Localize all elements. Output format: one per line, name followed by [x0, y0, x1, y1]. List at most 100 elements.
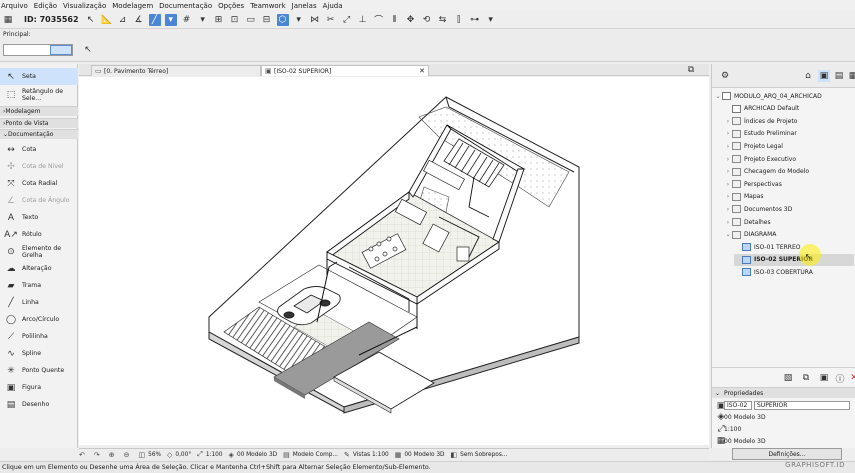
chevron-right-icon[interactable]: › [724, 156, 732, 163]
menu-modelagem[interactable]: Modelagem [112, 2, 153, 10]
chevron-right-icon[interactable]: › [724, 168, 732, 175]
layer-combination-row[interactable]: 00 Modelo 3D [712, 412, 855, 423]
chevron-right-icon[interactable]: › [724, 193, 732, 200]
chevron-right-icon[interactable]: › [724, 181, 732, 188]
structure-row[interactable]: 00 Modelo 3D [712, 436, 855, 447]
view-name-field[interactable]: SUPERIOR [754, 401, 850, 410]
split-icon[interactable]: ✂ [325, 14, 337, 26]
new-view-icon[interactable]: ▧ [782, 372, 794, 384]
navigator-item[interactable]: › Perspectivas [724, 178, 854, 190]
menu-janelas[interactable]: Janelas [292, 2, 317, 10]
navigator-item[interactable]: › Documentos 3D [724, 203, 854, 215]
dimension-tool-icon[interactable]: ⊿ [117, 14, 129, 26]
view-map-icon[interactable]: ▣ [818, 70, 830, 82]
publisher-icon[interactable]: ▦ [847, 70, 855, 82]
toolbox-item-polyline[interactable]: ⟋ Polilinha [0, 328, 78, 345]
fillet-icon[interactable]: ⌒ [373, 14, 385, 26]
clone-folder-icon[interactable]: ⧉ [800, 372, 812, 384]
undo-icon[interactable]: ↶ [79, 451, 88, 459]
toolbox-item-fill[interactable]: ▰ Trama [0, 277, 78, 294]
graphic-override[interactable]: ◧ Sem Sobrepos... [451, 451, 508, 459]
tab-pavimento-terreo[interactable]: ▭ [0. Pavimento Térreo] [91, 65, 261, 76]
section-ponto-de-vista[interactable]: › Ponto de Vista [0, 118, 78, 128]
guide-icon[interactable]: ⊞ [213, 14, 225, 26]
menu-edicao[interactable]: Edição [34, 2, 57, 10]
menu-teamwork[interactable]: Teamwork [250, 2, 285, 10]
toolbox-item-line[interactable]: ╱ Linha [0, 294, 78, 311]
offset-icon[interactable]: ⫴ [389, 14, 401, 26]
toolbox-item-grid-element[interactable]: ⊙ Elemento de Grelha [0, 243, 78, 260]
toolbox-item-arc[interactable]: ◯ Arco/Círculo [0, 311, 78, 328]
model-view-options[interactable]: ▤ Modelo Comp... [283, 451, 338, 459]
toolbox-item-text[interactable]: A Texto [0, 209, 78, 226]
chevron-right-icon[interactable]: › [724, 206, 732, 213]
plan-icon[interactable]: ▭ [245, 14, 257, 26]
menu-arquivo[interactable]: Arquivo [1, 2, 28, 10]
line-snap-icon[interactable]: ╱ [148, 13, 161, 26]
toolbox-item-change[interactable]: ☁ Alteração [0, 260, 78, 277]
menu-documentacao[interactable]: Documentação [159, 2, 212, 10]
layers-icon[interactable]: ▦ [2, 14, 14, 26]
dimension-standard[interactable]: ▦ 00 Modelo 3D [395, 451, 445, 459]
layout-book-icon[interactable]: ▤ [833, 70, 845, 82]
project-map-icon[interactable]: ⌂ [802, 70, 814, 82]
navigator-options-icon[interactable]: ⚙ [719, 70, 731, 82]
section-documentacao[interactable]: ⌄ Documentação [0, 129, 78, 139]
chevron-right-icon[interactable]: › [724, 130, 732, 137]
close-tab-icon[interactable]: ✕ [419, 67, 425, 75]
navigator-item[interactable]: ISO-03 COBERTURA [734, 266, 854, 278]
toolbox-item-level-dimension[interactable]: ✣ Cota de Nível [0, 158, 78, 175]
zoom-in-icon[interactable]: ⊕ [109, 451, 118, 459]
save-view-icon[interactable]: ▣ [818, 372, 830, 384]
navigator-item[interactable]: › Índices de Projeto [724, 115, 854, 127]
navigator-item[interactable]: › Checagem do Modelo [724, 166, 854, 178]
tab-iso-02-superior[interactable]: ▣ [ISO-02 SUPERIOR] ✕ [261, 65, 429, 76]
move-icon[interactable]: ✥ [405, 14, 417, 26]
snap-dropdown-icon[interactable]: ▾ [164, 13, 177, 26]
toolbox-item-retangulo[interactable]: ⬚ Retângulo de Sele... [0, 86, 78, 103]
scale-row[interactable]: 1:100 [712, 424, 855, 435]
toolbox-item-angle-dimension[interactable]: ∠ Cota de Ângulo [0, 192, 78, 209]
info-icon[interactable]: ⓘ [834, 372, 846, 385]
toolbox-item-dimension[interactable]: ↔ Cota [0, 141, 78, 158]
scale-value[interactable]: ⤢ 1:100 [197, 450, 222, 459]
ruler-icon[interactable]: 📐 [101, 14, 113, 26]
delete-icon[interactable]: ✕ [848, 372, 855, 384]
navigator-item[interactable]: › Estudo Preliminar [724, 128, 854, 140]
menu-opcoes[interactable]: Opções [218, 2, 244, 10]
3d-document-viewport[interactable] [79, 77, 709, 445]
chevron-right-icon[interactable]: › [724, 118, 732, 125]
info-box-field[interactable] [50, 45, 72, 55]
navigator-item[interactable]: ARCHICAD Default [724, 103, 854, 115]
layer-combination[interactable]: ◈ 00 Modelo 3D [229, 451, 278, 459]
view-settings-icon[interactable]: ⧉ [685, 64, 697, 76]
navigator-item[interactable]: › Mapas [724, 191, 854, 203]
toolbox-item-seta[interactable]: ↖ Seta [0, 68, 78, 85]
section-icon[interactable]: ⊟ [261, 14, 273, 26]
trim-icon[interactable]: ⋈ [309, 14, 321, 26]
3d-view-icon[interactable]: ⬡ [276, 13, 289, 26]
navigator-item[interactable]: › Projeto Legal [724, 140, 854, 152]
menu-ajuda[interactable]: Ajuda [323, 2, 343, 10]
chevron-right-icon[interactable]: › [724, 219, 732, 226]
redo-icon[interactable]: ↷ [94, 451, 103, 459]
chevron-right-icon[interactable]: › [724, 143, 732, 150]
toolbox-item-figure[interactable]: ▣ Figura [0, 379, 78, 396]
mirror-icon[interactable]: ⇆ [437, 14, 449, 26]
chevron-down-icon[interactable]: ⌄ [714, 93, 722, 100]
section-modelagem[interactable]: › Modelagem [0, 106, 78, 116]
angle-icon[interactable]: ∡ [133, 14, 145, 26]
definitions-button[interactable]: Definições... [732, 448, 842, 460]
navigator-item[interactable]: ⌄ DIAGRAMA [724, 229, 854, 241]
toolbox-item-label[interactable]: A↗ Rótulo [0, 226, 78, 243]
align-icon[interactable]: ⫿ [453, 14, 465, 26]
navigator-item[interactable]: › Detalhes [724, 216, 854, 228]
view-dropdown-icon[interactable]: ▾ [293, 14, 305, 26]
toolbox-item-spline[interactable]: ∿ Spline [0, 345, 78, 362]
toolbox-item-hotspot[interactable]: ✳ Ponto Quente [0, 362, 78, 379]
rotate-icon[interactable]: ⟲ [421, 14, 433, 26]
distribute-icon[interactable]: ⊶ [469, 14, 481, 26]
toolbox-item-radial-dimension[interactable]: ⤧ Cota Radial [0, 175, 78, 192]
zoom-value[interactable]: ◫ 56% [139, 451, 162, 459]
zoom-out-icon[interactable]: ⊖ [124, 451, 133, 459]
